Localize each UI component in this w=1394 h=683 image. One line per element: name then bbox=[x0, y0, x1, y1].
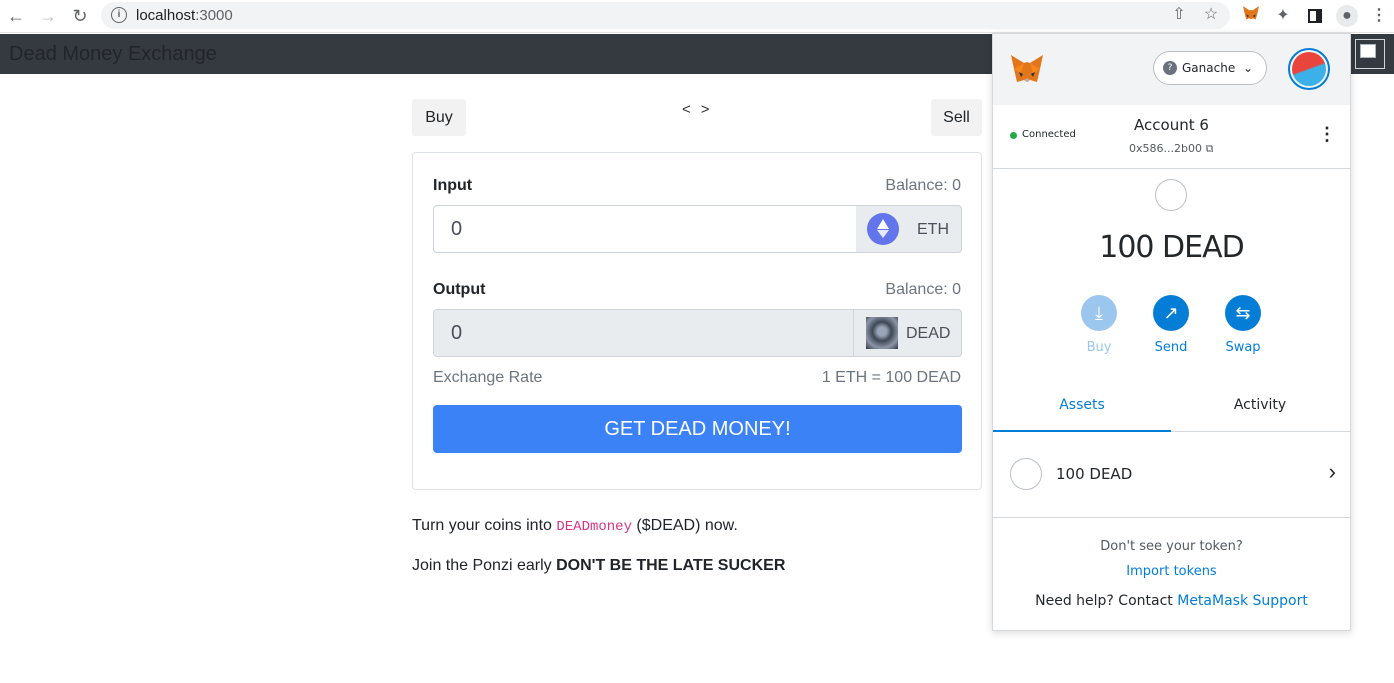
metamask-extension-icon[interactable] bbox=[1240, 5, 1262, 27]
side-panel-icon[interactable] bbox=[1304, 5, 1326, 27]
metamask-fox-icon bbox=[1011, 55, 1043, 82]
back-icon[interactable]: ← bbox=[5, 5, 27, 27]
exchange-card: Input Balance: 0 0 ETH Output Balance: 0… bbox=[412, 152, 982, 490]
dead-token-logo-icon bbox=[866, 317, 898, 349]
metamask-header: ? Ganache ⌄ bbox=[993, 34, 1350, 105]
exchange-rate-value: 1 ETH = 100 DEAD bbox=[821, 369, 961, 386]
tab-assets[interactable]: Assets bbox=[993, 386, 1171, 432]
output-amount-field: 0 bbox=[433, 309, 854, 357]
swap-icon[interactable]: ⇆ bbox=[1225, 295, 1261, 331]
account-name[interactable]: Account 6 bbox=[993, 116, 1350, 134]
chevron-right-icon[interactable]: › bbox=[1329, 459, 1336, 485]
network-selector[interactable]: ? Ganache ⌄ bbox=[1153, 51, 1267, 85]
copy-icon[interactable]: ⧉ bbox=[1205, 142, 1213, 155]
asset-row[interactable]: 100 DEAD › bbox=[993, 432, 1350, 518]
buy-tab-button[interactable]: Buy bbox=[412, 99, 466, 136]
swap-action[interactable]: ⇆ Swap bbox=[1213, 295, 1273, 355]
output-balance: Balance: 0 bbox=[885, 281, 961, 298]
network-name: Ganache bbox=[1182, 61, 1236, 75]
send-action[interactable]: ↗ Send bbox=[1141, 295, 1201, 355]
help-text: Need help? Contact MetaMask Support bbox=[1035, 593, 1308, 609]
extensions-puzzle-icon[interactable]: ✦ bbox=[1272, 5, 1294, 27]
url-text: localhost:3000 bbox=[136, 7, 233, 24]
browser-menu-icon[interactable]: ⋮ bbox=[1368, 5, 1390, 27]
token-icon bbox=[1155, 179, 1187, 211]
input-balance: Balance: 0 bbox=[885, 177, 961, 194]
tab-activity[interactable]: Activity bbox=[1171, 386, 1349, 432]
output-token-symbol: DEAD bbox=[906, 325, 951, 342]
sell-tab-button[interactable]: Sell bbox=[931, 99, 982, 136]
account-address[interactable]: 0x586...2b00 ⧉ bbox=[1129, 142, 1213, 156]
account-row: Connected Account 6 0x586...2b00 ⧉ ⋮ bbox=[993, 105, 1350, 169]
reload-icon[interactable]: ↻ bbox=[69, 5, 91, 27]
metamask-popup: ? Ganache ⌄ Connected Account 6 0x586...… bbox=[992, 33, 1351, 631]
eth-logo-icon bbox=[867, 213, 899, 245]
dead-money-code: DEADmoney bbox=[556, 519, 632, 535]
ponzi-warning: DON'T BE THE LATE SUCKER bbox=[556, 557, 786, 574]
download-icon: ⤓ bbox=[1081, 295, 1117, 331]
site-info-icon[interactable]: i bbox=[111, 7, 127, 23]
input-label: Input bbox=[433, 177, 473, 194]
next-arrow-icon[interactable]: > bbox=[701, 101, 720, 118]
output-token-selector[interactable]: DEAD bbox=[853, 309, 962, 357]
asset-token-icon bbox=[1010, 458, 1042, 490]
account-avatar[interactable] bbox=[1288, 48, 1330, 90]
share-icon[interactable]: ⇧ bbox=[1168, 4, 1190, 26]
buy-action-label: Buy bbox=[1086, 340, 1112, 355]
broken-image-icon bbox=[1355, 39, 1385, 69]
address-bar[interactable]: i localhost:3000 ⇧ ☆ bbox=[101, 2, 1230, 29]
swap-action-label[interactable]: Swap bbox=[1213, 340, 1273, 355]
chevron-down-icon: ⌄ bbox=[1243, 61, 1254, 75]
input-token-selector[interactable]: ETH bbox=[856, 205, 962, 253]
network-help-icon: ? bbox=[1163, 61, 1177, 75]
bookmark-star-icon[interactable]: ☆ bbox=[1200, 4, 1222, 26]
profile-avatar-icon[interactable]: ● bbox=[1336, 5, 1358, 27]
account-options-icon[interactable]: ⋮ bbox=[1318, 124, 1336, 145]
buy-action: ⤓ Buy bbox=[1069, 295, 1129, 355]
send-action-label[interactable]: Send bbox=[1141, 340, 1201, 355]
import-tokens-link[interactable]: Import tokens bbox=[993, 564, 1350, 579]
input-token-symbol: ETH bbox=[917, 221, 949, 238]
send-arrow-icon[interactable]: ↗ bbox=[1153, 295, 1189, 331]
dont-see-token-text: Don't see your token? bbox=[1100, 539, 1243, 554]
brand-title[interactable]: Dead Money Exchange bbox=[9, 43, 217, 66]
metamask-support-link[interactable]: MetaMask Support bbox=[1177, 593, 1308, 609]
tagline: Turn your coins into DEADmoney ($DEAD) n… bbox=[412, 517, 738, 535]
token-balance: 100 DEAD bbox=[1099, 230, 1244, 265]
ponzi-text: Join the Ponzi early DON'T BE THE LATE S… bbox=[412, 557, 786, 574]
exchange-rate-label: Exchange Rate bbox=[433, 369, 543, 386]
forward-icon[interactable]: → bbox=[37, 5, 59, 27]
asset-balance: 100 DEAD bbox=[1056, 465, 1133, 483]
get-dead-money-button[interactable]: GET DEAD MONEY! bbox=[433, 405, 962, 453]
metamask-tabs: Assets Activity bbox=[993, 386, 1350, 432]
swap-arrows[interactable]: <> bbox=[682, 101, 720, 118]
browser-toolbar: ← → ↻ i localhost:3000 ⇧ ☆ ✦ ● ⋮ bbox=[0, 0, 1394, 33]
input-amount-field[interactable]: 0 bbox=[433, 205, 857, 253]
output-label: Output bbox=[433, 281, 486, 298]
prev-arrow-icon[interactable]: < bbox=[682, 101, 701, 118]
